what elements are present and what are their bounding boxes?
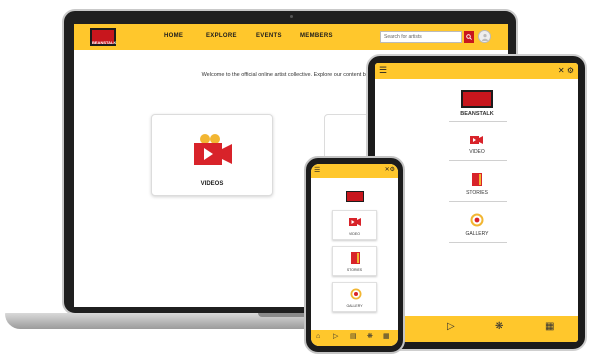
videos-card[interactable]: VIDEOS <box>151 114 273 196</box>
phone-card-video[interactable]: VIDEO <box>332 210 377 240</box>
phone-card-label-gallery: GALLERY <box>346 304 363 308</box>
divider <box>449 201 507 202</box>
tablet-screen: ☰ ✕ ⚙ BEANSTALK VIDEO STORIES GALLERY ▷ … <box>375 63 578 342</box>
grid-icon[interactable]: ▦ <box>545 322 554 332</box>
hamburger-menu-icon[interactable]: ☰ <box>379 66 387 75</box>
videos-card-label: VIDEOS <box>200 181 224 187</box>
play-icon[interactable]: ▷ <box>333 333 338 341</box>
play-icon[interactable]: ▷ <box>447 322 455 332</box>
phone-top-bar: ☰ ✕⚙ <box>311 164 398 178</box>
user-icon <box>482 34 488 41</box>
laptop-search-input[interactable]: Search for artists <box>380 31 462 43</box>
sparkle-icon[interactable]: ❋ <box>495 322 503 332</box>
hamburger-menu-icon[interactable]: ☰ <box>314 167 320 174</box>
search-icon <box>466 34 472 40</box>
laptop-brand-logo[interactable]: BEANSTALK <box>90 28 116 46</box>
sparkle-icon[interactable]: ❋ <box>367 333 373 341</box>
device-mockup-stage: BEANSTALK HOME EXPLORE EVENTS MEMBERS Se… <box>0 0 589 358</box>
home-icon[interactable]: ⌂ <box>316 333 320 341</box>
video-camera-icon <box>194 134 232 165</box>
laptop-search-button[interactable] <box>464 31 474 43</box>
gallery-icon <box>350 288 362 300</box>
grid-icon[interactable]: ▦ <box>383 333 390 341</box>
phone-device: ☰ ✕⚙ VIDEO STORIES GALLERY ⌂ ▷ ▤ ❋ ▦ <box>304 156 405 354</box>
phone-screen: ☰ ✕⚙ VIDEO STORIES GALLERY ⌂ ▷ ▤ ❋ ▦ <box>311 164 398 346</box>
nav-item-members[interactable]: MEMBERS <box>300 33 333 39</box>
tablet-menu-label-video: VIDEO <box>469 149 485 155</box>
video-camera-icon <box>470 136 483 144</box>
nav-item-explore[interactable]: EXPLORE <box>206 33 237 39</box>
phone-header-icons[interactable]: ✕⚙ <box>385 167 395 174</box>
phone-card-label-video: VIDEO <box>349 232 360 236</box>
book-icon <box>472 173 482 186</box>
phone-card-label-stories: STORIES <box>346 268 363 272</box>
tablet-top-bar: ☰ ✕ ⚙ <box>375 63 578 79</box>
user-avatar-button[interactable] <box>478 30 491 43</box>
laptop-top-navbar: BEANSTALK HOME EXPLORE EVENTS MEMBERS Se… <box>74 24 508 50</box>
tablet-brand-logo[interactable] <box>461 90 493 108</box>
laptop-camera <box>290 15 293 18</box>
tablet-menu-label-gallery: GALLERY <box>465 231 489 237</box>
tablet-header-icons[interactable]: ✕ ⚙ <box>558 66 574 75</box>
phone-card-stories[interactable]: STORIES <box>332 246 377 276</box>
video-camera-icon <box>349 218 361 226</box>
tablet-bottom-nav: ⌂ ▷ ❋ ▦ <box>375 316 578 342</box>
divider <box>449 242 507 243</box>
laptop-brand-logo-text: BEANSTALK <box>92 40 117 45</box>
book-icon <box>351 252 360 264</box>
nav-item-home[interactable]: HOME <box>164 33 183 39</box>
book-icon[interactable]: ▤ <box>350 333 357 341</box>
divider <box>449 160 507 161</box>
phone-card-gallery[interactable]: GALLERY <box>332 282 377 312</box>
tablet-menu-label-stories: STORIES <box>466 190 488 196</box>
tablet-brand-text: BEANSTALK <box>460 111 494 117</box>
phone-bottom-nav: ⌂ ▷ ▤ ❋ ▦ <box>311 330 398 346</box>
nav-item-events[interactable]: EVENTS <box>256 33 282 39</box>
divider <box>449 121 507 122</box>
gallery-icon <box>470 213 484 227</box>
phone-brand-logo[interactable] <box>346 191 364 202</box>
